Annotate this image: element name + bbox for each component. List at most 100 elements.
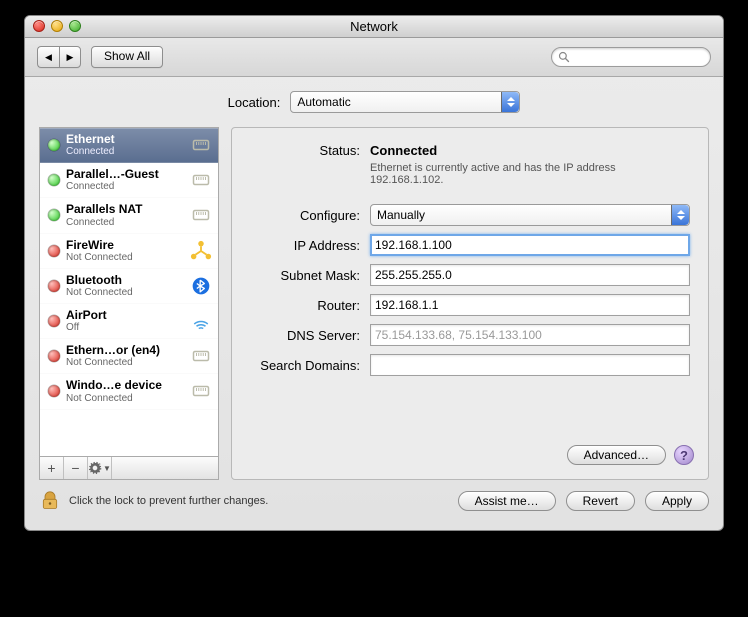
router-input[interactable]: [370, 294, 690, 316]
service-labels: FireWireNot Connected: [66, 239, 184, 263]
pane-body: Location: Automatic EthernetConnectedPar…: [25, 77, 723, 530]
dns-row: DNS Server:: [250, 324, 690, 346]
location-popup[interactable]: Automatic: [290, 91, 520, 113]
search-domains-input[interactable]: [370, 354, 690, 376]
status-row: Status: Connected Ethernet is currently …: [250, 142, 690, 186]
subnet-mask-row: Subnet Mask:: [250, 264, 690, 286]
status-dot-icon: [48, 280, 60, 292]
service-name: Bluetooth: [66, 274, 184, 287]
status-label: Status:: [250, 142, 360, 186]
service-labels: Parallel…-GuestConnected: [66, 168, 184, 192]
service-labels: Ethern…or (en4)Not Connected: [66, 344, 184, 368]
configure-label: Configure:: [250, 208, 360, 223]
revert-button[interactable]: Revert: [566, 491, 635, 511]
titlebar[interactable]: Network: [25, 16, 723, 38]
service-status: Connected: [66, 217, 184, 228]
forward-button[interactable]: ▶: [59, 46, 81, 68]
services-toolbar-spacer: [112, 457, 218, 479]
toolbar: ◀ ▶ Show All: [25, 38, 723, 77]
close-button[interactable]: [33, 20, 45, 32]
search-domains-label: Search Domains:: [250, 358, 360, 373]
status-dot-icon: [48, 139, 60, 151]
service-status: Not Connected: [66, 357, 184, 368]
ip-address-input[interactable]: [370, 234, 690, 256]
traffic-lights: [33, 20, 81, 32]
subnet-mask-label: Subnet Mask:: [250, 268, 360, 283]
service-labels: Parallels NATConnected: [66, 203, 184, 227]
location-value: Automatic: [297, 95, 350, 109]
back-button[interactable]: ◀: [37, 46, 59, 68]
zoom-button[interactable]: [69, 20, 81, 32]
search-input[interactable]: [574, 51, 704, 63]
configure-row: Configure: Manually: [250, 204, 690, 226]
ethernet-icon: [190, 345, 212, 367]
search-domains-row: Search Domains:: [250, 354, 690, 376]
assist-me-button[interactable]: Assist me…: [458, 491, 556, 511]
popup-arrows-icon: [671, 205, 689, 225]
dns-input[interactable]: [370, 324, 690, 346]
service-actions-button[interactable]: ▼: [88, 457, 112, 479]
services-toolbar: + − ▼: [39, 457, 219, 480]
status-dot-icon: [48, 350, 60, 362]
status-description: Ethernet is currently active and has the…: [370, 162, 620, 186]
window-title: Network: [350, 19, 398, 34]
ethernet-icon: [190, 169, 212, 191]
apply-button[interactable]: Apply: [645, 491, 709, 511]
chevron-left-icon: ◀: [45, 52, 52, 63]
services-sidebar: EthernetConnectedParallel…-GuestConnecte…: [39, 127, 219, 480]
service-item[interactable]: Parallels NATConnected: [40, 198, 218, 233]
service-item[interactable]: Parallel…-GuestConnected: [40, 163, 218, 198]
service-labels: EthernetConnected: [66, 133, 184, 157]
minimize-button[interactable]: [51, 20, 63, 32]
remove-service-button[interactable]: −: [64, 457, 88, 479]
service-item[interactable]: AirPortOff: [40, 304, 218, 339]
status-dot-icon: [48, 174, 60, 186]
service-item[interactable]: BluetoothNot Connected: [40, 269, 218, 304]
service-status: Not Connected: [66, 287, 184, 298]
search-icon: [558, 51, 570, 63]
status-value: Connected: [370, 143, 437, 158]
service-status: Connected: [66, 146, 184, 157]
ethernet-icon: [190, 134, 212, 156]
configure-popup[interactable]: Manually: [370, 204, 690, 226]
location-row: Location: Automatic: [39, 91, 709, 113]
service-name: AirPort: [66, 309, 184, 322]
search-field[interactable]: [551, 47, 711, 67]
service-name: Windo…e device: [66, 379, 184, 392]
service-item[interactable]: Ethern…or (en4)Not Connected: [40, 339, 218, 374]
lock-icon[interactable]: [39, 490, 61, 512]
service-item[interactable]: FireWireNot Connected: [40, 234, 218, 269]
service-item[interactable]: EthernetConnected: [40, 128, 218, 163]
chevron-down-icon: ▼: [103, 464, 111, 473]
ethernet-icon: [190, 204, 212, 226]
router-label: Router:: [250, 298, 360, 313]
footer: Click the lock to prevent further change…: [39, 490, 709, 512]
services-list[interactable]: EthernetConnectedParallel…-GuestConnecte…: [39, 127, 219, 457]
service-status: Off: [66, 322, 184, 333]
service-item[interactable]: Windo…e deviceNot Connected: [40, 374, 218, 409]
service-status: Not Connected: [66, 252, 184, 263]
footer-buttons: Assist me… Revert Apply: [458, 491, 709, 511]
service-status: Not Connected: [66, 393, 184, 404]
bluetooth-icon: [190, 275, 212, 297]
service-name: Parallel…-Guest: [66, 168, 184, 181]
show-all-button[interactable]: Show All: [91, 46, 163, 68]
ip-address-row: IP Address:: [250, 234, 690, 256]
add-service-button[interactable]: +: [40, 457, 64, 479]
service-name: Parallels NAT: [66, 203, 184, 216]
status-dot-icon: [48, 315, 60, 327]
airport-icon: [190, 310, 212, 332]
service-labels: BluetoothNot Connected: [66, 274, 184, 298]
subnet-mask-input[interactable]: [370, 264, 690, 286]
popup-arrows-icon: [501, 92, 519, 112]
chevron-right-icon: ▶: [67, 52, 74, 63]
service-name: Ethernet: [66, 133, 184, 146]
lock-hint: Click the lock to prevent further change…: [69, 495, 268, 507]
router-row: Router:: [250, 294, 690, 316]
help-button[interactable]: ?: [674, 445, 694, 465]
network-prefpane-window: Network ◀ ▶ Show All Location: Automatic…: [24, 15, 724, 531]
advanced-button[interactable]: Advanced…: [567, 445, 666, 465]
ethernet-icon: [190, 380, 212, 402]
service-labels: Windo…e deviceNot Connected: [66, 379, 184, 403]
status-dot-icon: [48, 245, 60, 257]
